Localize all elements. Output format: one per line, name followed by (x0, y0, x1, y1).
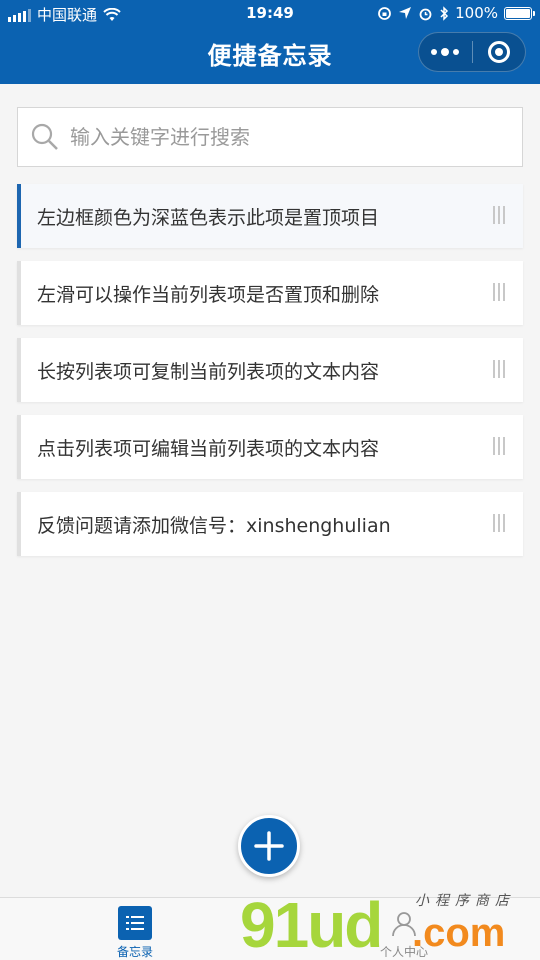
person-icon (387, 906, 421, 940)
plus-icon (254, 831, 284, 861)
tab-memo[interactable]: 备忘录 (75, 906, 195, 960)
location-icon (399, 7, 412, 19)
list-item[interactable]: 反馈问题请添加微信号：xinshenghulian (17, 492, 523, 556)
memo-text: 反馈问题请添加微信号：xinshenghulian (37, 514, 391, 537)
battery-percent: 100% (455, 4, 498, 22)
drag-handle-icon[interactable] (493, 206, 505, 224)
list-item[interactable]: 左滑可以操作当前列表项是否置顶和删除 (17, 261, 523, 325)
status-bar: 中国联通 19:49 100% (0, 0, 540, 28)
header: 中国联通 19:49 100% 便捷备忘录 (0, 0, 540, 84)
bluetooth-icon (440, 5, 449, 21)
drag-handle-icon[interactable] (493, 437, 505, 455)
alarm-icon (419, 8, 432, 20)
memo-text: 点击列表项可编辑当前列表项的文本内容 (37, 437, 380, 460)
more-button[interactable] (419, 33, 472, 71)
search-icon (31, 123, 58, 150)
tab-profile[interactable]: 个人中心 (344, 906, 464, 960)
list-item[interactable]: 点击列表项可编辑当前列表项的文本内容 (17, 415, 523, 479)
more-dots-icon (431, 48, 460, 56)
list-item-pinned[interactable]: 左边框颜色为深蓝色表示此项是置顶项目 (17, 184, 523, 248)
list-icon (118, 906, 152, 940)
exit-button[interactable] (473, 33, 526, 71)
tab-profile-label: 个人中心 (379, 945, 428, 959)
mini-program-capsule (418, 32, 526, 72)
tab-memo-label: 备忘录 (116, 945, 153, 959)
drag-handle-icon[interactable] (493, 360, 505, 378)
mini-program-exit-icon (487, 41, 510, 63)
battery-icon (504, 6, 535, 20)
tab-bar: 备忘录 个人中心 (0, 897, 540, 960)
list-item[interactable]: 长按列表项可复制当前列表项的文本内容 (17, 338, 523, 402)
search-input[interactable] (70, 125, 490, 149)
memo-list: 左边框颜色为深蓝色表示此项是置顶项目 左滑可以操作当前列表项是否置顶和删除 长按… (17, 184, 523, 569)
screen-lock-icon (378, 6, 392, 20)
drag-handle-icon[interactable] (493, 283, 505, 301)
status-right: 100% (377, 4, 535, 22)
memo-text: 左边框颜色为深蓝色表示此项是置顶项目 (37, 206, 380, 229)
memo-text: 左滑可以操作当前列表项是否置顶和删除 (37, 283, 380, 306)
add-memo-button[interactable] (238, 815, 300, 877)
search-bar (17, 107, 523, 167)
memo-text: 长按列表项可复制当前列表项的文本内容 (37, 360, 380, 383)
drag-handle-icon[interactable] (493, 514, 505, 532)
